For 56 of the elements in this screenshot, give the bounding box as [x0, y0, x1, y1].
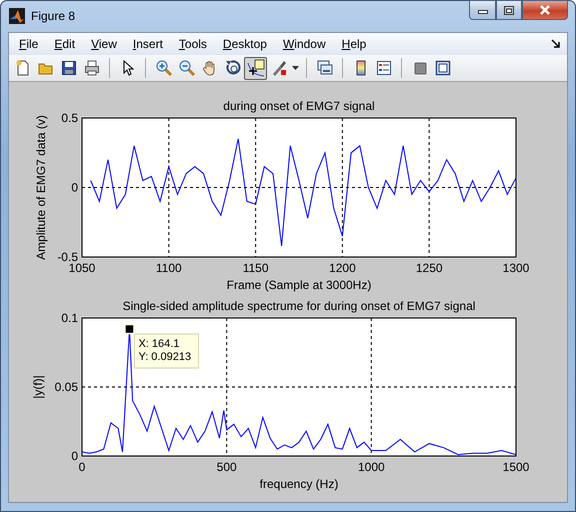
tick-label: 0: [71, 449, 78, 463]
chart-title: during onset of EMG7 signal: [223, 99, 375, 113]
menu-item[interactable]: View: [83, 37, 125, 51]
menu-item[interactable]: Edit: [46, 37, 84, 51]
rotate-icon: [224, 60, 240, 76]
restore-icon: [504, 6, 514, 14]
tick-label: 0: [71, 180, 78, 194]
printer-icon: [84, 60, 100, 76]
tick-label: 0.05: [54, 380, 78, 394]
square-icon: [412, 60, 428, 76]
window-icon: [434, 60, 450, 76]
tick-label: 1100: [156, 261, 182, 275]
legend-icon: [376, 60, 392, 76]
app-logo-icon: [9, 8, 25, 24]
tick-label: 1200: [329, 261, 356, 275]
maximize-button[interactable]: [496, 0, 522, 20]
tick-label: -0.5: [57, 250, 78, 264]
axis-label: |y(f)|: [31, 375, 45, 399]
axis-label: frequency (Hz): [260, 477, 338, 491]
tick-label: 500: [216, 460, 237, 474]
menu-item[interactable]: File: [11, 37, 46, 51]
axis-label: Frame (Sample at 3000Hz): [226, 278, 372, 292]
dock-arrow-icon: [551, 39, 561, 49]
menu-item[interactable]: Desktop: [214, 37, 275, 51]
tick-label: 0.5: [61, 111, 78, 125]
new-file-icon: [14, 60, 30, 76]
close-icon: [539, 5, 551, 15]
data-cursor-icon: [246, 59, 264, 77]
datatip-box: [134, 334, 199, 369]
menu-item[interactable]: Tools: [170, 37, 215, 51]
data-cursor-button[interactable]: [244, 56, 267, 80]
menu-item[interactable]: Window: [274, 37, 334, 51]
tick-label: 0.1: [61, 311, 78, 325]
axis-label: Amplitute of EMG7 data (v): [34, 115, 48, 260]
tick-label: 1500: [502, 460, 530, 474]
caret-icon: [292, 66, 298, 70]
tick-label: 1000: [358, 460, 385, 474]
link-icon: [316, 60, 332, 76]
window-title: Figure 8: [31, 9, 76, 23]
close-button[interactable]: [522, 0, 568, 20]
minimize-button[interactable]: [469, 0, 496, 20]
brush-icon: [270, 60, 286, 76]
tick-label: 1250: [416, 261, 443, 275]
datatip-marker[interactable]: [124, 324, 135, 334]
datatip-text: X: 164.1: [138, 338, 180, 350]
tick-label: 1300: [502, 261, 530, 275]
menu-item[interactable]: Help: [334, 37, 374, 51]
tick-label: 0: [78, 460, 86, 474]
tick-label: 1150: [242, 261, 268, 275]
datatip-text: Y: 0.09213: [138, 351, 192, 364]
hand-icon: [202, 60, 218, 76]
chart-title: Single-sided amplitude spectrume for during onset of EMG7 signal: [122, 299, 476, 313]
zoom-out-icon: [178, 60, 194, 76]
tick-label: 1050: [68, 261, 96, 275]
menu-item[interactable]: Insert: [124, 37, 171, 51]
zoom-in-icon: [156, 60, 172, 76]
